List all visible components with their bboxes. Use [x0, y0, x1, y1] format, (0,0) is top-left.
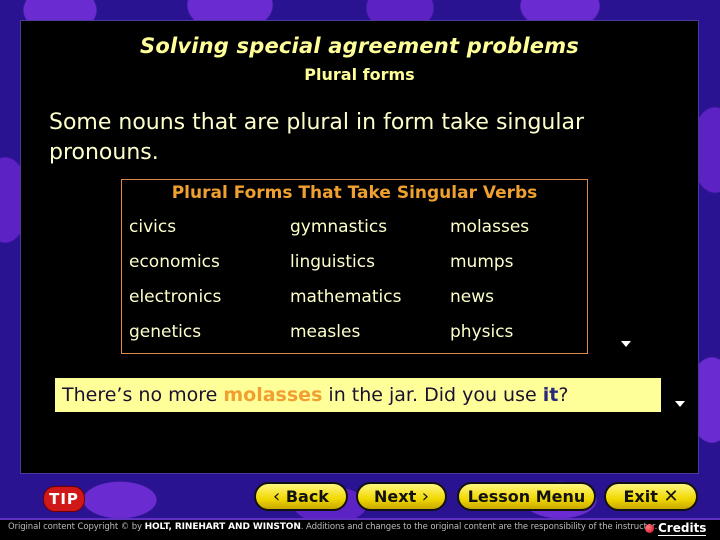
copyright-suffix: . Additions and changes to the original …	[300, 522, 658, 532]
example-sentence: There’s no more molasses in the jar. Did…	[55, 378, 661, 412]
example-text: in the jar. Did you use	[322, 384, 543, 406]
copyright-notice: Original content Copyright © by HOLT, RI…	[8, 522, 657, 532]
table-cell: news	[450, 287, 494, 307]
table-cell: electronics	[129, 287, 222, 307]
chevron-left-icon: ‹	[273, 486, 281, 507]
table-cell: mumps	[450, 252, 514, 272]
intro-text: Some nouns that are plural in form take …	[49, 110, 585, 165]
example-text: There’s no more	[62, 384, 224, 406]
example-text: ?	[558, 384, 569, 406]
chevron-right-icon: ›	[421, 486, 429, 507]
table-cell: civics	[129, 217, 177, 237]
close-icon: ✕	[663, 486, 679, 507]
table-cell: genetics	[129, 322, 202, 342]
copyright-prefix: Original content Copyright © by	[8, 522, 145, 532]
table-cell: mathematics	[290, 287, 402, 307]
slide-title: Solving special agreement problems	[140, 34, 579, 58]
exit-button[interactable]: Exit ✕	[604, 482, 698, 511]
lesson-menu-button-label: Lesson Menu	[467, 487, 586, 506]
table-cell: linguistics	[290, 252, 375, 272]
next-button-label: Next	[374, 487, 417, 506]
example-highlight-noun: molasses	[223, 384, 323, 406]
credits-link[interactable]: Credits	[658, 521, 707, 536]
tip-button[interactable]: TIP	[43, 486, 85, 512]
lesson-menu-button[interactable]: Lesson Menu	[457, 482, 596, 511]
example-highlight-pronoun: it	[542, 384, 559, 406]
slide-subtitle: Plural forms	[304, 65, 415, 84]
back-button-label: Back	[285, 487, 329, 506]
advance-arrow-icon[interactable]	[675, 401, 685, 407]
exit-button-label: Exit	[623, 487, 658, 506]
table-cell: gymnastics	[290, 217, 388, 237]
table-cell: physics	[450, 322, 514, 342]
table-title: Plural Forms That Take Singular Verbs	[171, 183, 538, 203]
credits-bullet-icon	[645, 524, 654, 533]
advance-arrow-icon[interactable]	[621, 341, 631, 347]
next-button[interactable]: Next ›	[356, 482, 447, 511]
table-cell: measles	[290, 322, 361, 342]
back-button[interactable]: ‹ Back	[254, 482, 348, 511]
table-cell: economics	[129, 252, 220, 272]
publisher-name: HOLT, RINEHART AND WINSTON	[144, 522, 301, 532]
table-cell: molasses	[450, 217, 530, 237]
